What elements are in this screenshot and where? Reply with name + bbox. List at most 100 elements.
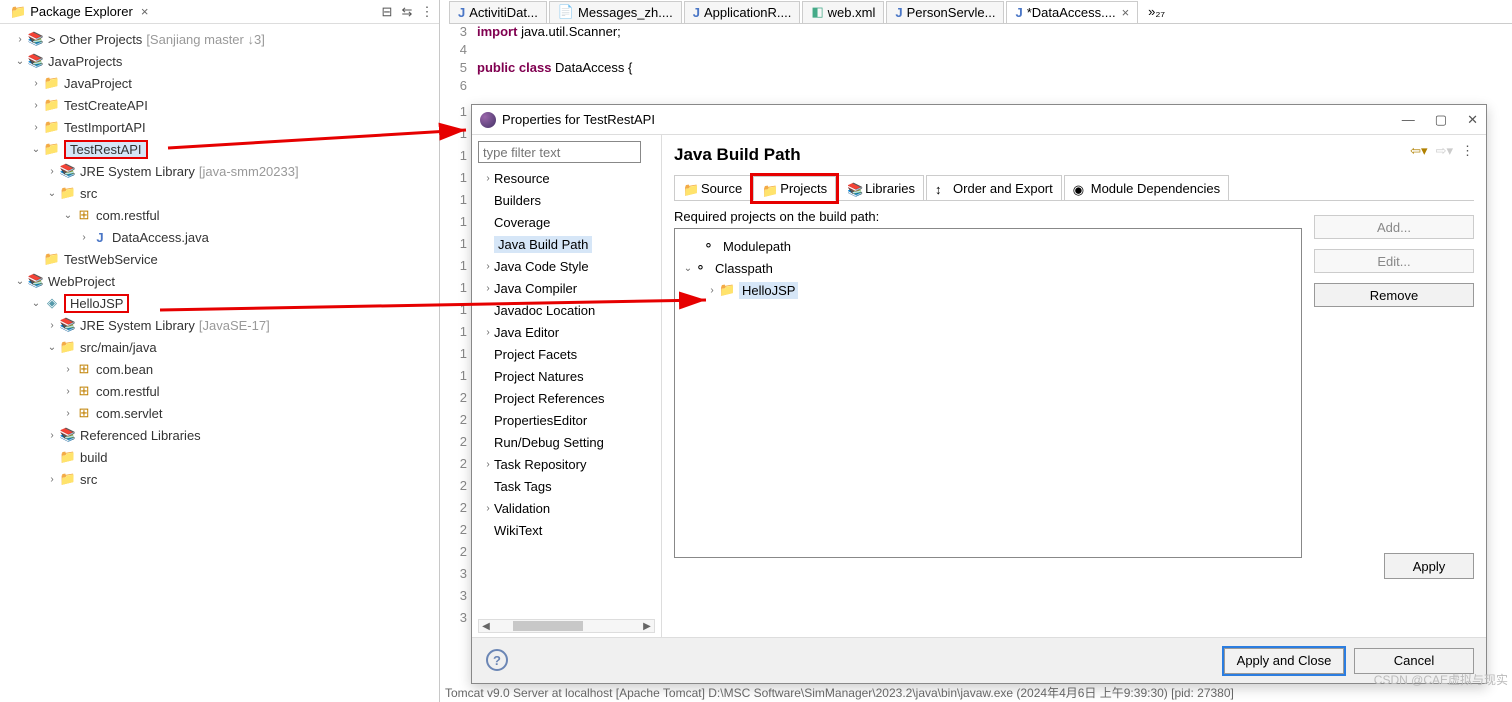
- apply-close-button[interactable]: Apply and Close: [1224, 648, 1344, 674]
- tree-item[interactable]: ›JavaProject: [0, 72, 439, 94]
- tree-item[interactable]: TestWebService: [0, 248, 439, 270]
- close-icon[interactable]: ✕: [1467, 112, 1478, 128]
- tree-item[interactable]: ›com.bean: [0, 358, 439, 380]
- editor-tab[interactable]: ActivitiDat...: [449, 1, 547, 23]
- category-java-compiler[interactable]: ›Java Compiler: [478, 277, 655, 299]
- required-projects-tree[interactable]: ⚬Modulepath ⌄⚬Classpath ›HelloJSP: [674, 228, 1302, 558]
- libraries-tab-icon: [847, 182, 861, 194]
- category-project-natures[interactable]: Project Natures: [478, 365, 655, 387]
- tab-order-export[interactable]: ↕Order and Export: [926, 175, 1062, 200]
- editor-tab[interactable]: ApplicationR....: [684, 1, 801, 23]
- maximize-icon[interactable]: ▢: [1435, 112, 1447, 128]
- tree-item[interactable]: ›src: [0, 468, 439, 490]
- category-run-debug[interactable]: Run/Debug Setting: [478, 431, 655, 453]
- category-java-code-style[interactable]: ›Java Code Style: [478, 255, 655, 277]
- tree-item[interactable]: ›TestCreateAPI: [0, 94, 439, 116]
- view-menu-icon[interactable]: ⋮: [419, 4, 435, 20]
- folder-icon: [60, 471, 76, 487]
- dialog-title: Properties for TestRestAPI: [502, 112, 655, 127]
- edit-button[interactable]: Edit...: [1314, 249, 1474, 273]
- collapse-icon[interactable]: ⊟: [379, 4, 395, 20]
- remove-button[interactable]: Remove: [1314, 283, 1474, 307]
- ws-label: JavaProjects: [48, 54, 122, 69]
- filter-input[interactable]: [478, 141, 641, 163]
- tree-other-projects[interactable]: ›> Other Projects[Sanjiang master ↓3]: [0, 28, 439, 50]
- classpath-row[interactable]: ⌄⚬Classpath: [681, 257, 1295, 279]
- editor-tab-bar: ActivitiDat... 📄Messages_zh.... Applicat…: [449, 0, 1512, 24]
- category-resource[interactable]: ›Resource: [478, 167, 655, 189]
- editor-tab[interactable]: PersonServle...: [886, 1, 1004, 23]
- category-validation[interactable]: ›Validation: [478, 497, 655, 519]
- close-icon[interactable]: ×: [1122, 5, 1130, 20]
- explorer-tab[interactable]: Package Explorer ×: [4, 2, 154, 22]
- category-coverage[interactable]: Coverage: [478, 211, 655, 233]
- category-project-facets[interactable]: Project Facets: [478, 343, 655, 365]
- tab-libraries[interactable]: Libraries: [838, 175, 924, 200]
- classpath-icon: ⚬: [695, 260, 711, 276]
- src-icon: [60, 339, 76, 355]
- package-icon: [76, 405, 92, 421]
- cancel-button[interactable]: Cancel: [1354, 648, 1474, 674]
- forward-icon[interactable]: ⇨▾: [1436, 143, 1453, 159]
- category-scrollbar[interactable]: ◀▶: [478, 619, 655, 633]
- back-icon[interactable]: ⇦▾: [1410, 143, 1427, 159]
- tree-item[interactable]: ⌄src/main/java: [0, 336, 439, 358]
- tree-item[interactable]: ›JRE System Library[java-smm20233]: [0, 160, 439, 182]
- code-lines: import java.util.Scanner; public class D…: [477, 24, 632, 96]
- dialog-titlebar[interactable]: Properties for TestRestAPI — ▢ ✕: [472, 105, 1486, 135]
- tree-hellojsp[interactable]: ⌄HelloJSP: [0, 292, 439, 314]
- category-builders[interactable]: Builders: [478, 189, 655, 211]
- tab-projects[interactable]: Projects: [753, 176, 836, 201]
- tree-item[interactable]: ›JRE System Library[JavaSE-17]: [0, 314, 439, 336]
- help-icon[interactable]: ?: [486, 649, 508, 671]
- workingset-icon: [28, 273, 44, 289]
- link-icon[interactable]: ⇆: [399, 4, 415, 20]
- category-project-references[interactable]: Project References: [478, 387, 655, 409]
- tree-item[interactable]: ›DataAccess.java: [0, 226, 439, 248]
- tree-item[interactable]: ⌄src: [0, 182, 439, 204]
- category-task-tags[interactable]: Task Tags: [478, 475, 655, 497]
- tab-module-deps[interactable]: ◉Module Dependencies: [1064, 175, 1229, 200]
- category-properties-editor[interactable]: PropertiesEditor: [478, 409, 655, 431]
- editor-tab-active[interactable]: *DataAccess....×: [1006, 1, 1138, 23]
- category-wikitext[interactable]: WikiText: [478, 519, 655, 541]
- project-icon: [44, 119, 60, 135]
- source-tab-icon: [683, 182, 697, 194]
- apply-button[interactable]: Apply: [1384, 553, 1474, 579]
- modulepath-row[interactable]: ⚬Modulepath: [681, 235, 1295, 257]
- tree-item[interactable]: ›TestImportAPI: [0, 116, 439, 138]
- package-explorer-icon: [10, 4, 26, 20]
- package-explorer-panel: Package Explorer × ⊟ ⇆ ⋮ ›> Other Projec…: [0, 0, 440, 702]
- menu-icon[interactable]: ⋮: [1461, 143, 1474, 159]
- tree-item[interactable]: ›Referenced Libraries: [0, 424, 439, 446]
- explorer-title-label: Package Explorer: [30, 4, 133, 19]
- minimize-icon[interactable]: —: [1402, 112, 1415, 128]
- category-java-build-path[interactable]: Java Build Path: [478, 233, 655, 255]
- tree-item[interactable]: ›com.servlet: [0, 402, 439, 424]
- watermark: CSDN @CAE虚拟与现实: [1374, 671, 1508, 688]
- add-button[interactable]: Add...: [1314, 215, 1474, 239]
- code-editor[interactable]: 3 4 5 6 import java.util.Scanner; public…: [449, 24, 1512, 94]
- hellojsp-entry[interactable]: ›HelloJSP: [681, 279, 1295, 301]
- workingset-icon: [28, 31, 44, 47]
- editor-tab[interactable]: web.xml: [802, 1, 884, 23]
- tree-item[interactable]: build: [0, 446, 439, 468]
- tree-ws-webproject[interactable]: ⌄WebProject: [0, 270, 439, 292]
- java-file-icon: [895, 5, 902, 20]
- package-icon: [76, 207, 92, 223]
- category-java-editor[interactable]: ›Java Editor: [478, 321, 655, 343]
- category-javadoc-location[interactable]: Javadoc Location: [478, 299, 655, 321]
- project-icon: [719, 282, 735, 298]
- package-icon: [76, 361, 92, 377]
- category-task-repository[interactable]: ›Task Repository: [478, 453, 655, 475]
- editor-overflow[interactable]: »₂₇: [1140, 1, 1173, 23]
- editor-tab[interactable]: 📄Messages_zh....: [549, 1, 682, 23]
- tree-testrestapi[interactable]: ⌄TestRestAPI: [0, 138, 439, 160]
- dialog-content-panel: Java Build Path ⇦▾ ⇨▾ ⋮ Source Projects …: [662, 135, 1486, 637]
- tree-item[interactable]: ⌄com.restful: [0, 204, 439, 226]
- dialog-heading: Java Build Path: [674, 145, 1474, 165]
- tree-item[interactable]: ›com.restful: [0, 380, 439, 402]
- close-icon[interactable]: ×: [141, 4, 149, 19]
- tree-ws-javaprojects[interactable]: ⌄JavaProjects: [0, 50, 439, 72]
- tab-source[interactable]: Source: [674, 175, 751, 200]
